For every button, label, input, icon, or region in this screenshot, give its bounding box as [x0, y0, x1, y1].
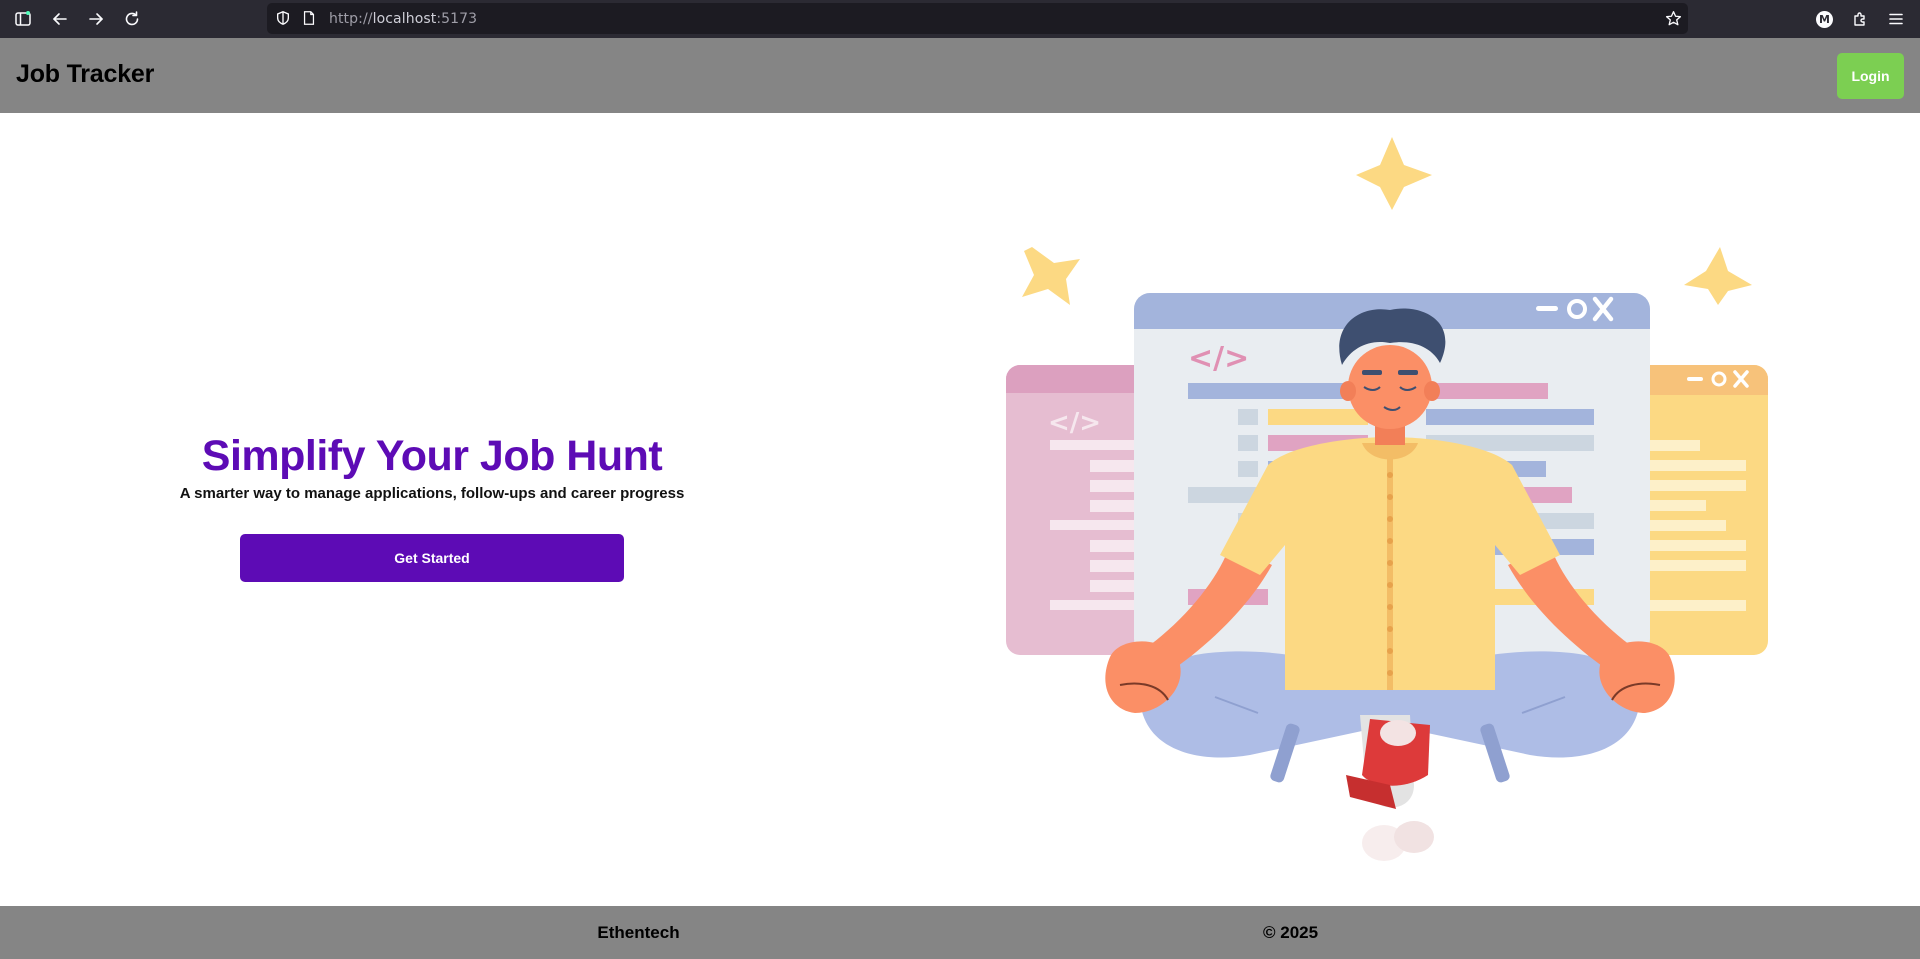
app-footer: Ethentech © 2025 [0, 906, 1920, 959]
hero-title: Simplify Your Job Hunt [201, 432, 663, 480]
sidebar-toggle-icon[interactable] [11, 7, 35, 31]
get-started-button[interactable]: Get Started [240, 534, 624, 582]
url-text[interactable]: http://localhost:5173 [329, 11, 477, 27]
shield-icon[interactable] [274, 9, 292, 27]
code-tag-text: </> [1048, 408, 1101, 438]
url-port: :5173 [436, 11, 478, 27]
meditating-developer-illustration: </> </> [1006, 137, 1768, 861]
forward-arrow-icon[interactable] [84, 7, 108, 31]
login-button[interactable]: Login [1837, 53, 1904, 99]
code-window-right [1630, 365, 1768, 655]
address-bar[interactable]: http://localhost:5173 [267, 3, 1688, 34]
bookmark-star-icon[interactable] [1664, 9, 1682, 27]
star-icon [1022, 247, 1080, 305]
reload-icon[interactable] [120, 7, 144, 31]
app-header: Job Tracker Login [0, 38, 1920, 113]
brand-title[interactable]: Job Tracker [16, 60, 154, 89]
browser-toolbar: http://localhost:5173 M [0, 0, 1920, 38]
window-minimize-icon [1536, 306, 1558, 311]
menu-icon[interactable] [1884, 7, 1908, 31]
window-minimize-icon [1687, 377, 1703, 381]
code-tag-text: </> [1188, 341, 1249, 376]
page-info-icon[interactable] [300, 9, 318, 27]
footer-copyright: © 2025 [1263, 923, 1319, 942]
hero-subtitle: A smarter way to manage applications, fo… [179, 485, 685, 502]
star-icon [1356, 137, 1432, 210]
star-icon [1684, 247, 1752, 305]
back-arrow-icon[interactable] [48, 7, 72, 31]
url-scheme: http:// [329, 11, 373, 27]
extensions-icon[interactable] [1848, 7, 1872, 31]
footer-company-name: Ethentech [597, 923, 680, 942]
account-avatar[interactable]: M [1816, 11, 1833, 28]
url-host: localhost [372, 11, 437, 27]
code-window-left: </> [1006, 365, 1156, 655]
